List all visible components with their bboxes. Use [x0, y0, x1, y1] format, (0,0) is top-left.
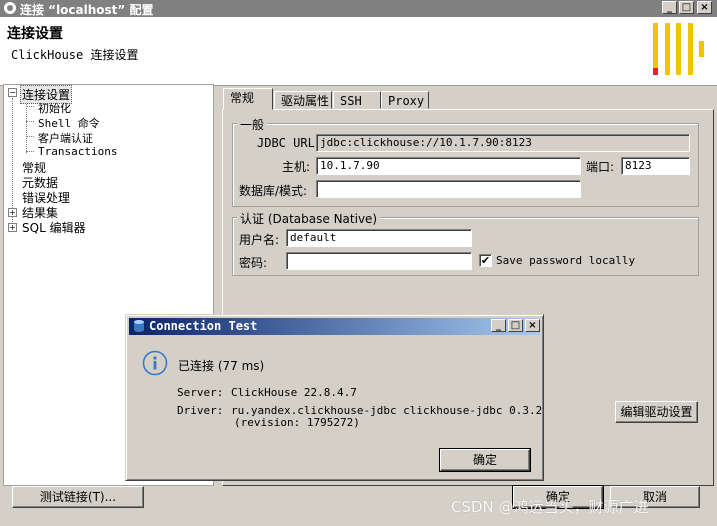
- host-label: 主机:: [282, 160, 311, 174]
- server-label: Server:: [177, 386, 224, 399]
- tab-general[interactable]: 常规: [223, 88, 273, 110]
- tree-item-shell-commands[interactable]: Shell 命令: [38, 115, 100, 131]
- driver-revision: (revision: 1795272): [234, 416, 360, 429]
- dialog-close-button[interactable]: ×: [525, 319, 540, 332]
- dialog-minimize-button[interactable]: _: [491, 319, 506, 332]
- username-field[interactable]: default: [286, 229, 472, 247]
- database-field[interactable]: [316, 180, 581, 198]
- save-password-label: Save password locally: [496, 254, 636, 267]
- server-value: ClickHouse 22.8.4.7: [231, 386, 357, 399]
- minimize-button[interactable]: _: [662, 1, 677, 14]
- close-button[interactable]: ×: [697, 1, 712, 14]
- tree-item-init[interactable]: 初始化: [38, 100, 71, 116]
- host-field[interactable]: 10.1.7.90: [316, 157, 581, 175]
- jdbc-url-label: JDBC URL:: [257, 136, 323, 150]
- tab-proxy[interactable]: Proxy: [381, 91, 429, 109]
- page-header: 连接设置 ClickHouse 连接设置: [0, 17, 717, 86]
- csdn-watermark: CSDN @鸿运当头，财源广进: [451, 498, 649, 516]
- info-icon: [142, 350, 168, 376]
- expand-icon[interactable]: +: [8, 223, 17, 232]
- window-title: 连接 “localhost” 配置: [20, 3, 154, 17]
- username-label: 用户名:: [239, 233, 280, 247]
- edit-driver-button[interactable]: 编辑驱动设置: [615, 401, 698, 423]
- expand-icon[interactable]: +: [8, 208, 17, 217]
- tree-item-sql-editor[interactable]: SQL 编辑器: [22, 219, 86, 236]
- password-label: 密码:: [239, 256, 268, 270]
- save-password-checkbox[interactable]: ✔: [479, 254, 492, 267]
- collapse-icon[interactable]: −: [8, 88, 17, 97]
- connection-test-dialog[interactable]: Connection Test _ □ × 已连接 (77 ms) Server…: [125, 314, 544, 481]
- database-icon: [134, 320, 144, 332]
- dialog-ok-button[interactable]: 确定: [439, 448, 531, 472]
- window-titlebar[interactable]: 连接 “localhost” 配置 _ □ ×: [0, 0, 717, 17]
- page-title: 连接设置: [7, 26, 63, 42]
- tab-driver-properties[interactable]: 驱动属性: [274, 91, 332, 109]
- maximize-button[interactable]: □: [679, 1, 694, 14]
- password-field[interactable]: [286, 252, 472, 270]
- tree-item-transactions[interactable]: Transactions: [38, 145, 117, 158]
- tab-ssh[interactable]: SSH: [333, 91, 381, 109]
- page-subtitle: ClickHouse 连接设置: [11, 48, 139, 62]
- jdbc-url-field[interactable]: jdbc:clickhouse://10.1.7.90:8123: [316, 134, 690, 152]
- database-label: 数据库/模式:: [239, 184, 308, 198]
- test-connection-button[interactable]: 测试链接(T)...: [12, 486, 144, 508]
- port-field[interactable]: 8123: [621, 157, 690, 175]
- dialog-maximize-button[interactable]: □: [508, 319, 523, 332]
- driver-label: Driver:: [177, 404, 224, 417]
- dbeaver-icon: [4, 2, 16, 14]
- connection-status: 已连接 (77 ms): [178, 359, 265, 373]
- general-group-legend: 一般: [237, 116, 268, 133]
- dialog-title: Connection Test: [149, 319, 258, 333]
- auth-group-legend: 认证 (Database Native): [237, 210, 381, 227]
- dialog-titlebar[interactable]: Connection Test _ □ ×: [129, 318, 540, 335]
- tree-item-client-auth[interactable]: 客户端认证: [38, 130, 93, 146]
- port-label: 端口:: [586, 160, 615, 174]
